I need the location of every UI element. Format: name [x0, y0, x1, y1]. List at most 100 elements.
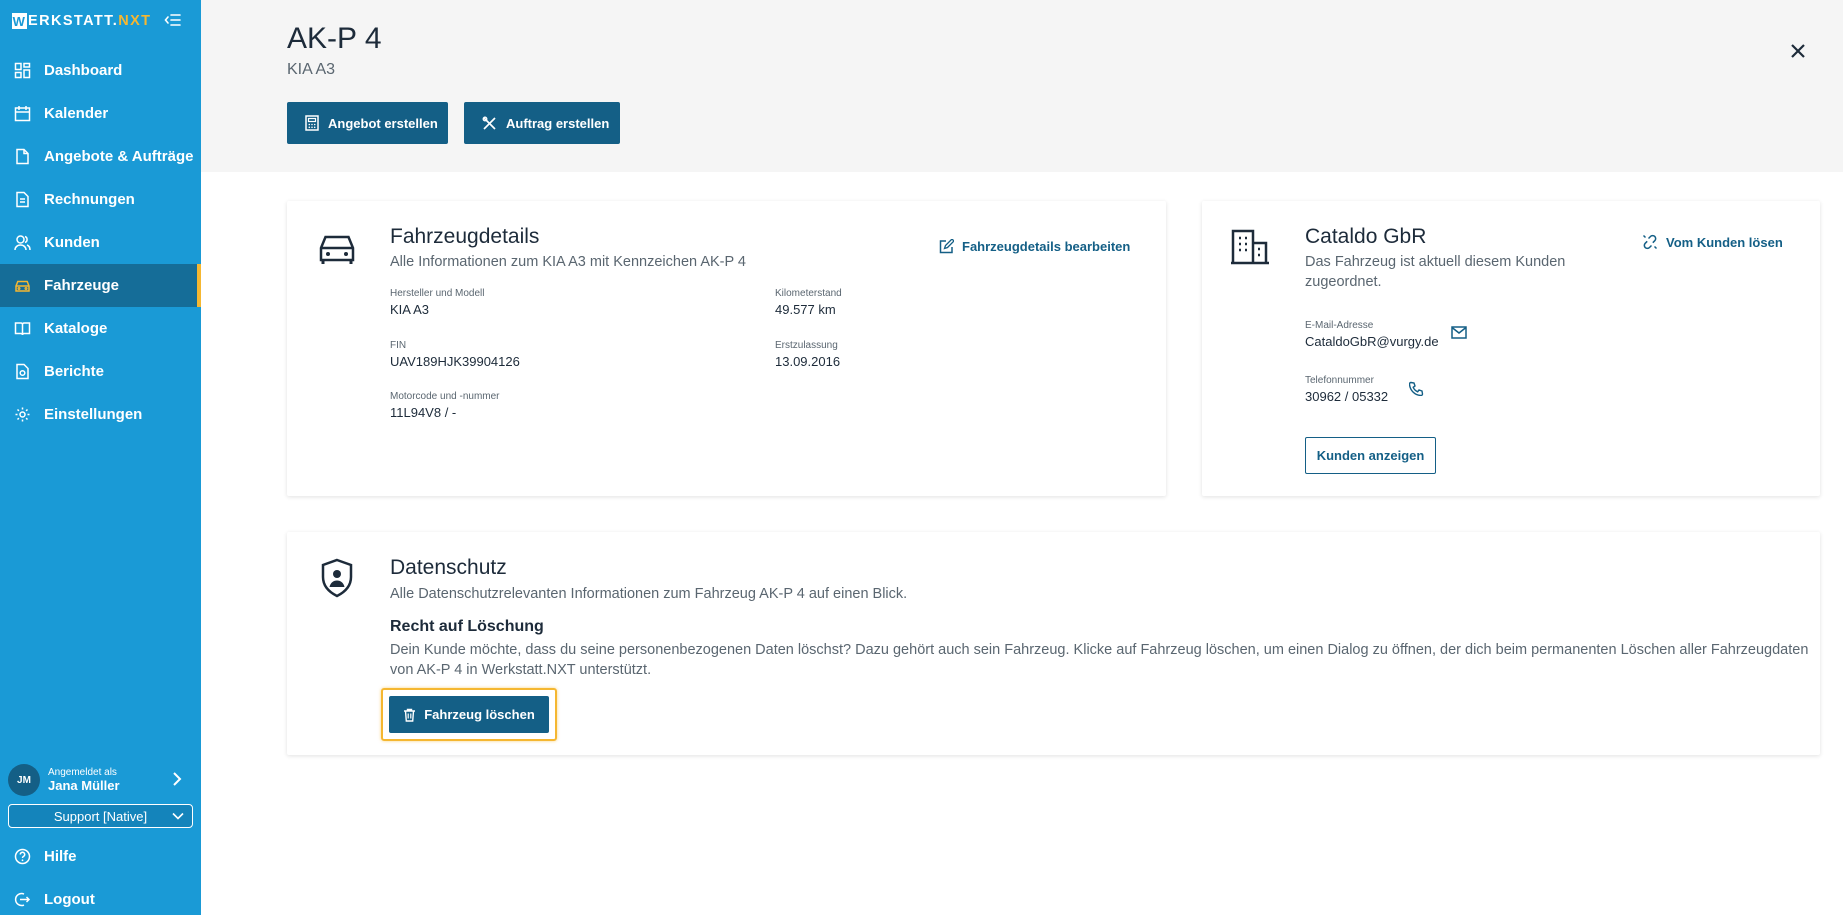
deletion-text-1: Dein Kunde möchte, dass du seine persone…	[390, 642, 1809, 658]
users-icon	[14, 234, 31, 251]
create-order-label: Auftrag erstellen	[506, 115, 610, 131]
collapse-sidebar-icon[interactable]	[164, 11, 182, 29]
km-value: 49.577 km	[775, 302, 836, 317]
edit-vehicle-link[interactable]: Fahrzeugdetails bearbeiten	[939, 239, 1130, 254]
model-value: KIA A3	[390, 302, 430, 317]
sidebar-item-kunden[interactable]: Kunden	[0, 221, 201, 264]
sidebar-item-einstellungen[interactable]: Einstellungen	[0, 393, 201, 436]
privacy-subtitle: Alle Datenschutzrelevanten Informationen…	[390, 586, 908, 602]
sidebar-item-rechnungen[interactable]: Rechnungen	[0, 178, 201, 221]
edit-icon	[939, 239, 954, 254]
vehicle-card-subtitle: Alle Informationen zum KIA A3 mit Kennze…	[390, 254, 746, 270]
help-icon	[14, 848, 31, 865]
car-icon	[318, 231, 356, 270]
model-label: Hersteller und Modell	[390, 288, 485, 299]
sidebar-item-label: Kataloge	[44, 320, 108, 337]
unlink-customer-label: Vom Kunden lösen	[1666, 234, 1783, 250]
create-offer-button[interactable]: Angebot erstellen	[287, 102, 448, 144]
sidebar-item-berichte[interactable]: Berichte	[0, 350, 201, 393]
user-caption: Angemeldet als	[48, 767, 117, 778]
unlink-icon	[1642, 234, 1658, 250]
create-order-button[interactable]: Auftrag erstellen	[464, 102, 620, 144]
delete-vehicle-label: Fahrzeug löschen	[424, 707, 535, 722]
close-icon[interactable]	[1788, 41, 1808, 61]
sidebar-item-label: Kalender	[44, 105, 109, 122]
logout-link[interactable]: Logout	[0, 878, 201, 915]
user-text: Angemeldet als Jana Müller	[48, 767, 120, 793]
role-select[interactable]: Support [Native]	[8, 804, 193, 828]
gear-icon	[14, 406, 31, 423]
page-header	[201, 0, 1843, 172]
customer-name: Cataldo GbR	[1305, 225, 1427, 248]
logo-text: ERKSTATT.	[28, 13, 119, 29]
app-logo[interactable]: W ERKSTATT. NXT	[12, 13, 151, 29]
deletion-text-2: von AK-P 4 in Werkstatt.NXT unterstützt.	[390, 662, 652, 678]
calendar-icon	[14, 105, 31, 122]
vehicle-card-title: Fahrzeugdetails	[390, 225, 540, 248]
unlink-customer-link[interactable]: Vom Kunden lösen	[1642, 234, 1783, 250]
logo-letter: W	[12, 13, 27, 29]
sidebar-item-label: Berichte	[44, 363, 105, 380]
tools-icon	[482, 116, 497, 131]
phone-label: Telefonnummer	[1305, 375, 1374, 386]
user-name: Jana Müller	[48, 778, 120, 793]
email-value: CataldoGbR@vurgy.de	[1305, 334, 1439, 349]
phone-icon[interactable]	[1408, 381, 1424, 401]
sidebar: W ERKSTATT. NXT Dashboard Kalender Angeb…	[0, 0, 201, 915]
sidebar-item-kataloge[interactable]: Kataloge	[0, 307, 201, 350]
report-icon	[14, 363, 31, 380]
chevron-right-icon	[172, 772, 182, 791]
deletion-section-title: Recht auf Löschung	[390, 618, 544, 635]
book-icon	[14, 320, 31, 337]
chevron-down-icon	[172, 810, 184, 825]
trash-icon	[403, 708, 416, 722]
sidebar-item-angebote[interactable]: Angebote & Aufträge	[0, 135, 201, 178]
user-box: JM Angemeldet als Jana Müller Support [N…	[0, 760, 201, 828]
calculator-icon	[305, 115, 319, 131]
create-offer-label: Angebot erstellen	[328, 115, 438, 131]
customer-subtitle-2: zugeordnet.	[1305, 274, 1382, 290]
help-label: Hilfe	[44, 848, 77, 865]
registration-value: 13.09.2016	[775, 354, 841, 369]
building-icon	[1230, 229, 1270, 270]
fin-label: FIN	[390, 340, 407, 351]
privacy-title: Datenschutz	[390, 556, 507, 579]
car-icon	[14, 277, 31, 294]
sidebar-item-label: Kunden	[44, 234, 100, 251]
logo-row: W ERKSTATT. NXT	[0, 0, 201, 42]
km-label: Kilometerstand	[775, 288, 842, 299]
dashboard-icon	[14, 62, 31, 79]
sidebar-nav: Dashboard Kalender Angebote & Aufträge R…	[0, 49, 201, 436]
delete-vehicle-button[interactable]: Fahrzeug löschen	[389, 696, 549, 733]
email-label: E-Mail-Adresse	[1305, 320, 1374, 331]
page-subtitle: KIA A3	[287, 61, 336, 78]
sidebar-item-label: Dashboard	[44, 62, 123, 79]
mail-icon[interactable]	[1451, 326, 1467, 344]
shield-user-icon	[320, 558, 354, 603]
logout-icon	[14, 891, 31, 908]
invoice-icon	[14, 191, 31, 208]
sidebar-item-dashboard[interactable]: Dashboard	[0, 49, 201, 92]
sidebar-item-kalender[interactable]: Kalender	[0, 92, 201, 135]
phone-value: 30962 / 05332	[1305, 389, 1389, 404]
sidebar-item-label: Rechnungen	[44, 191, 135, 208]
registration-label: Erstzulassung	[775, 340, 838, 351]
logo-nxt: NXT	[118, 13, 152, 29]
customer-subtitle-1: Das Fahrzeug ist aktuell diesem Kunden	[1305, 254, 1566, 270]
fin-value: UAV189HJK39904126	[390, 354, 520, 369]
avatar: JM	[8, 764, 40, 796]
sidebar-item-fahrzeuge[interactable]: Fahrzeuge	[0, 264, 201, 307]
sidebar-item-label: Fahrzeuge	[44, 277, 120, 294]
engine-value: 11L94V8 / -	[390, 405, 457, 420]
logout-label: Logout	[44, 891, 95, 908]
engine-label: Motorcode und -nummer	[390, 391, 500, 402]
sidebar-item-label: Angebote & Aufträge	[44, 148, 194, 165]
role-select-value: Support [Native]	[53, 808, 148, 824]
delete-vehicle-focus-ring: Fahrzeug löschen	[381, 688, 557, 741]
help-link[interactable]: Hilfe	[0, 835, 201, 878]
edit-vehicle-label: Fahrzeugdetails bearbeiten	[962, 239, 1131, 254]
page-title: AK-P 4	[287, 22, 382, 55]
document-icon	[14, 148, 31, 165]
show-customer-button[interactable]: Kunden anzeigen	[1305, 437, 1436, 474]
user-menu[interactable]: JM Angemeldet als Jana Müller	[0, 760, 201, 800]
